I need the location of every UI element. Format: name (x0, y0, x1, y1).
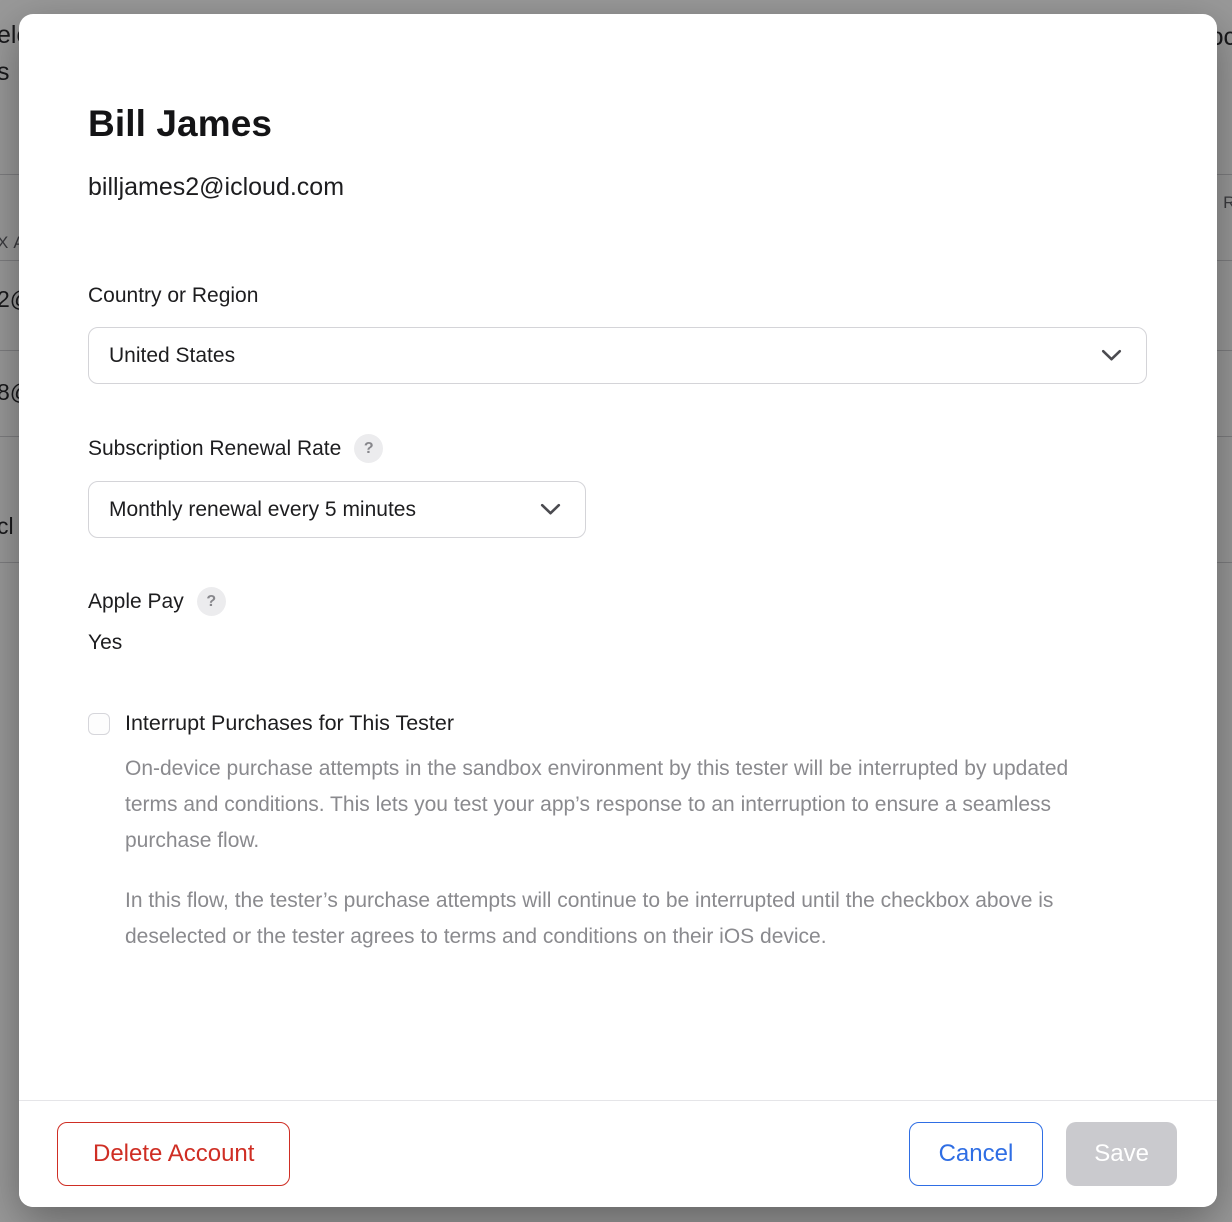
interrupt-purchases-row: Interrupt Purchases for This Tester (88, 710, 1147, 737)
interrupt-purchases-label[interactable]: Interrupt Purchases for This Tester (125, 710, 454, 737)
country-label: Country or Region (88, 283, 258, 309)
renewal-rate-help-icon[interactable]: ? (354, 434, 383, 463)
save-button[interactable]: Save (1066, 1122, 1177, 1186)
cancel-button[interactable]: Cancel (909, 1122, 1044, 1186)
chevron-down-icon (540, 503, 561, 516)
modal-footer: Delete Account Cancel Save (19, 1100, 1217, 1207)
edit-tester-modal: Bill James billjames2@icloud.com Country… (19, 14, 1217, 1207)
country-select[interactable]: United States (88, 327, 1147, 384)
country-field: Country or Region United States (88, 283, 1147, 384)
apple-pay-field: Apple Pay ? Yes (88, 587, 1147, 656)
apple-pay-help-icon[interactable]: ? (197, 587, 226, 616)
country-select-value: United States (109, 344, 235, 368)
apple-pay-value: Yes (88, 629, 1147, 656)
apple-pay-label: Apple Pay (88, 589, 184, 615)
renewal-rate-select[interactable]: Monthly renewal every 5 minutes (88, 481, 586, 538)
renewal-rate-label: Subscription Renewal Rate (88, 436, 341, 462)
renewal-rate-select-value: Monthly renewal every 5 minutes (109, 498, 416, 522)
renewal-rate-field: Subscription Renewal Rate ? Monthly rene… (88, 434, 1147, 538)
tester-name-title: Bill James (88, 102, 1147, 145)
interrupt-purchases-checkbox[interactable] (88, 713, 110, 735)
interrupt-description-2: In this flow, the tester’s purchase atte… (125, 883, 1075, 955)
footer-actions: Cancel Save (909, 1122, 1177, 1186)
tester-email: billjames2@icloud.com (88, 172, 1147, 202)
chevron-down-icon (1101, 349, 1122, 362)
delete-account-button[interactable]: Delete Account (57, 1122, 290, 1186)
modal-body: Bill James billjames2@icloud.com Country… (19, 14, 1217, 1100)
interrupt-description-1: On-device purchase attempts in the sandb… (125, 751, 1075, 859)
